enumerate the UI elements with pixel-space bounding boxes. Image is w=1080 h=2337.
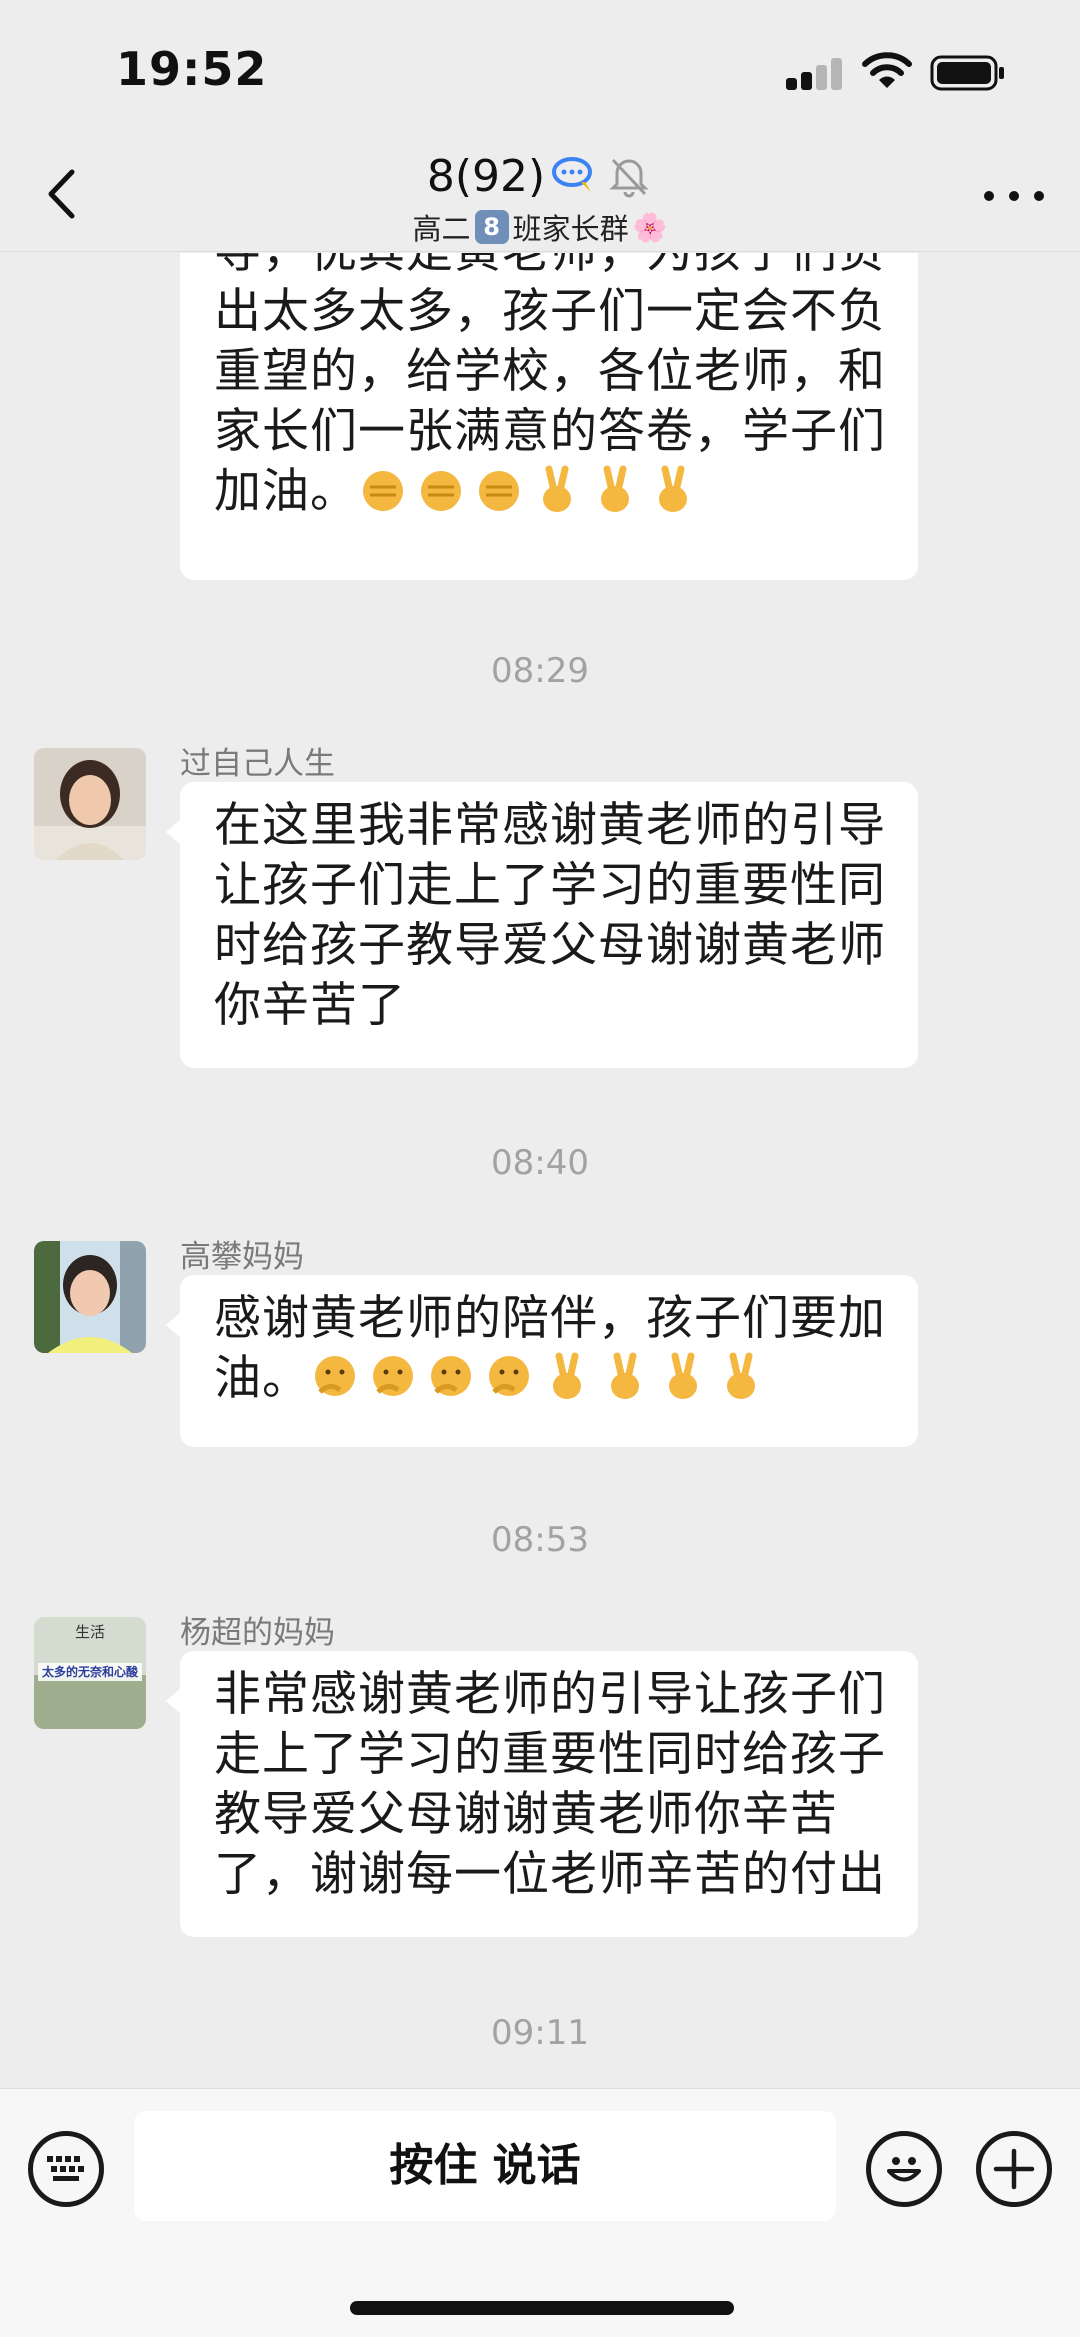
input-bar: 按住 说话	[0, 2088, 1080, 2337]
chat-subtitle: 高二 8 班家长群 🌸	[0, 206, 1080, 248]
message-bubble[interactable]: 感谢黄老师的陪伴，孩子们要加油。	[166, 1275, 918, 1447]
avatar-caption-top: 生活	[74, 1623, 105, 1641]
battery-icon	[930, 55, 1004, 91]
timestamp: 08:53	[491, 1520, 589, 1560]
chat-header: 8(92) 高二 8 班家长群 🌸	[0, 140, 1080, 252]
victory-emoji-icon	[659, 465, 687, 512]
more-functions-button[interactable]	[976, 2131, 1052, 2207]
timestamp: 08:40	[491, 1143, 589, 1183]
victory-emoji-icon	[553, 1352, 581, 1399]
dot-icon	[1034, 191, 1044, 201]
thinking-emoji-icon	[373, 1356, 413, 1396]
subtitle-suffix: 班家长群	[512, 212, 629, 246]
fist-emoji-icon	[479, 471, 519, 511]
sender-name: 高攀妈妈	[180, 1239, 304, 1275]
avatar[interactable]	[34, 748, 146, 860]
timestamp: 09:11	[491, 2013, 589, 2053]
plus-icon	[993, 2148, 1035, 2190]
victory-emoji-icon	[669, 1352, 697, 1399]
keyboard-toggle-button[interactable]	[28, 2131, 104, 2207]
flower-icon: 🌸	[632, 210, 668, 244]
avatar[interactable]	[34, 1241, 146, 1353]
more-options-button[interactable]	[984, 182, 1044, 210]
avatar[interactable]: 生活 太多的无奈和心酸	[34, 1617, 146, 1729]
thinking-emoji-icon	[431, 1356, 471, 1396]
woman-avatar-icon	[34, 748, 146, 860]
wifi-icon	[862, 52, 912, 88]
message-list[interactable]: 导，优其是黄老师，为孩子们负出太多太多，孩子们一定会不负重望的，给学校，各位老师…	[0, 253, 1080, 2088]
message-bubble[interactable]: 非常感谢黄老师的引导让孩子们走上了学习的重要性同时给孩子教导爱父母谢谢黄老师你辛…	[166, 1651, 918, 1937]
thinking-emoji-icon	[489, 1356, 529, 1396]
smiley-icon	[887, 2157, 921, 2182]
thinking-emoji-icon	[315, 1356, 355, 1396]
victory-emoji-icon	[543, 465, 571, 512]
chat-screen: 19:52 8(92) 高二 8 班家长群 🌸 出太多太多，孩子们一定会不负重望…	[0, 0, 1080, 2337]
subtitle-prefix: 高二	[412, 212, 471, 246]
timestamp: 08:29	[491, 651, 589, 691]
woman-avatar-icon	[34, 1241, 146, 1353]
avatar-caption-bottom: 太多的无奈和心酸	[41, 1665, 138, 1679]
message-bubble[interactable]: 在这里我非常感谢黄老师的引导让孩子们走上了学习的重要性同时给孩子教导爱父母谢谢黄…	[166, 782, 918, 1068]
fist-emoji-icon	[363, 471, 403, 511]
message-text: 非常感谢黄老师的引导让孩子们走上了学习的重要性同时给孩子教导爱父母谢谢黄老师你辛…	[214, 1667, 886, 1902]
message-text: 在这里我非常感谢黄老师的引导让孩子们走上了学习的重要性同时给孩子教导爱父母谢谢黄…	[214, 798, 886, 1033]
keyboard-icon	[47, 2156, 84, 2181]
victory-emoji-icon	[601, 465, 629, 512]
chat-bubble-icon	[552, 157, 593, 192]
victory-emoji-icon	[727, 1352, 755, 1399]
mute-bell-icon	[609, 158, 649, 198]
victory-emoji-icon	[611, 1352, 639, 1399]
home-indicator[interactable]	[350, 2301, 734, 2315]
chat-title: 8(92)	[426, 150, 546, 202]
message-bubble[interactable]: 导，优其是黄老师，为孩子们负出太多太多，孩子们一定会不负重望的，给学校，各位老师…	[180, 253, 918, 580]
class-number-badge: 8	[474, 210, 509, 244]
emoji-button[interactable]	[866, 2131, 942, 2207]
dot-icon	[1009, 191, 1019, 201]
fist-emoji-icon	[421, 471, 461, 511]
cellular-signal-icon	[786, 58, 842, 90]
status-bar: 19:52	[0, 0, 1080, 140]
hold-to-talk-button[interactable]: 按住 说话	[134, 2111, 836, 2221]
status-time: 19:52	[116, 42, 268, 96]
sender-name: 杨超的妈妈	[180, 1615, 335, 1651]
dot-icon	[984, 191, 994, 201]
sender-name: 过自己人生	[180, 746, 335, 782]
